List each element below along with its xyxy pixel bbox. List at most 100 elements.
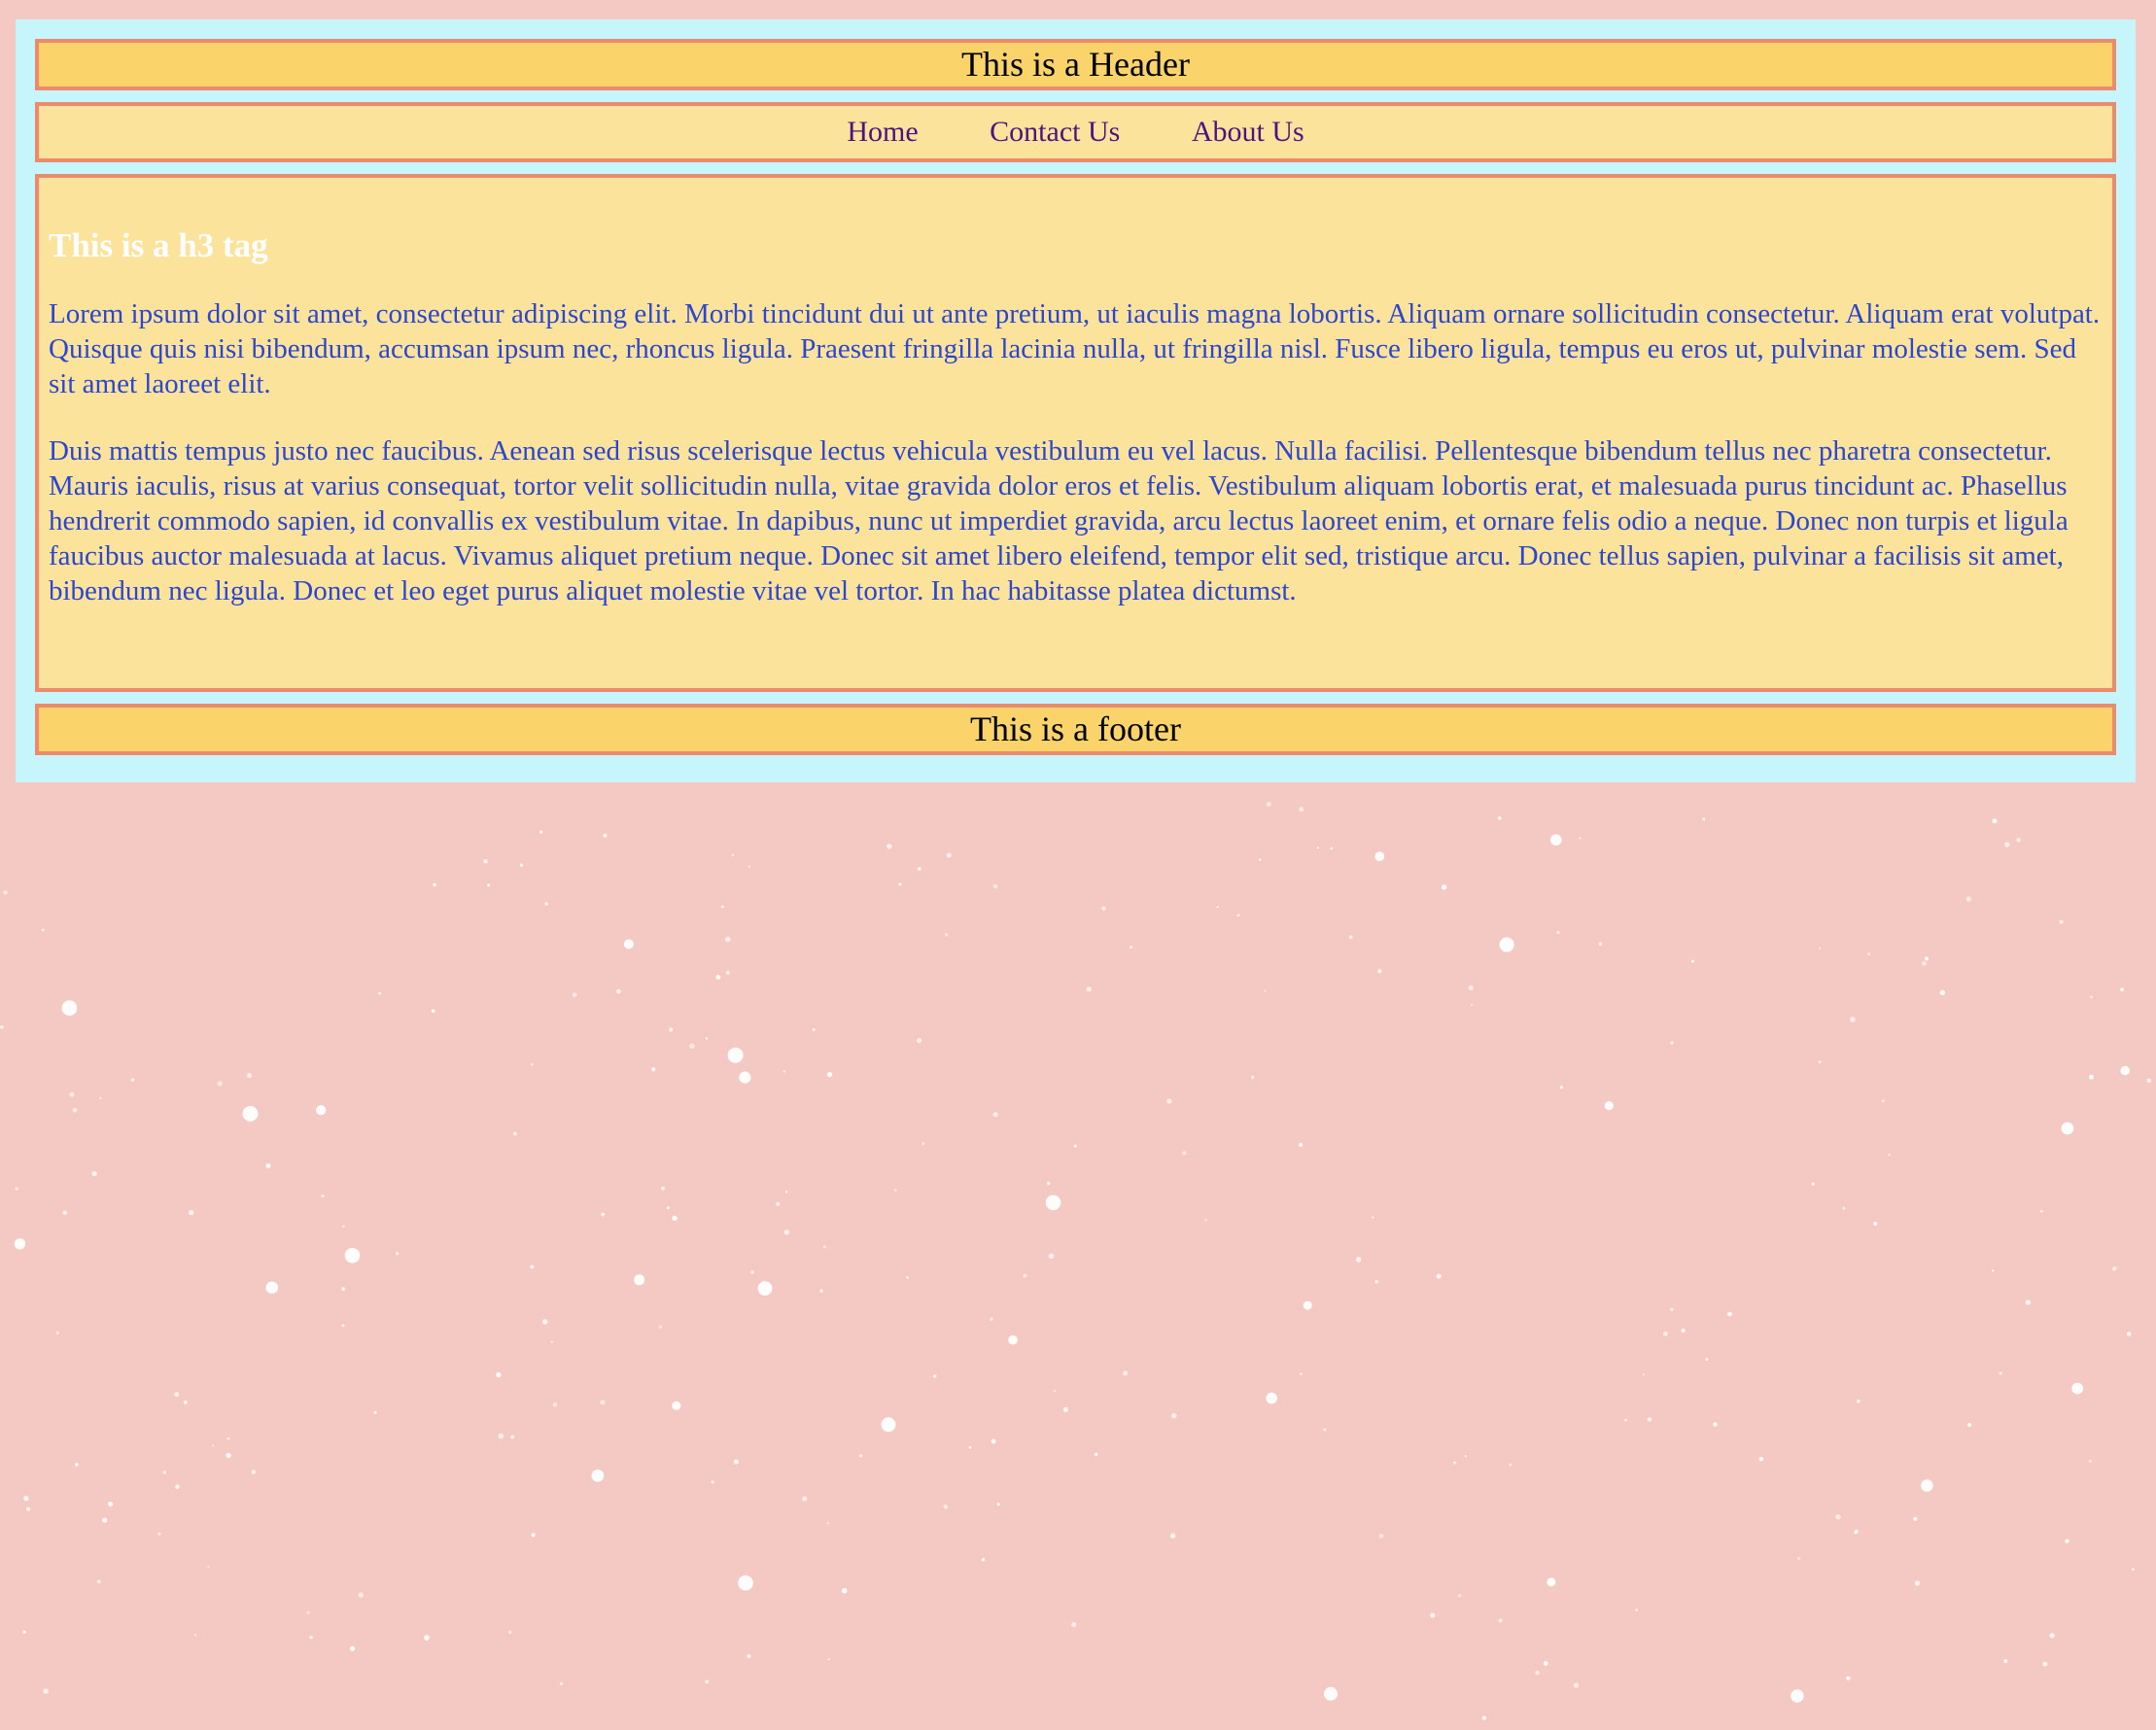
sparkle-dot — [1216, 906, 1219, 909]
sparkle-dot — [1888, 1154, 1891, 1157]
sparkle-dot — [2003, 1658, 2008, 1664]
sparkle-dot — [552, 1402, 558, 1407]
sparkle-dot — [659, 1325, 662, 1329]
sparkle-dot — [2059, 919, 2064, 924]
sparkle-dot — [2132, 1568, 2135, 1572]
sparkle-dot — [1854, 1531, 1858, 1535]
sparkle-dot — [1924, 956, 1929, 961]
sparkle-dot — [916, 1037, 922, 1044]
sparkle-dot — [0, 1025, 4, 1029]
sparkle-dot — [1965, 896, 1972, 902]
sparkle-dot — [251, 1470, 257, 1474]
sparkle-dot — [2061, 1122, 2074, 1135]
sparkle-dot — [661, 1186, 666, 1191]
sparkle-dot — [247, 1073, 253, 1079]
sparkle-dot — [1663, 1332, 1668, 1336]
sparkle-dot — [424, 1635, 430, 1641]
sparkle-dot — [667, 1206, 670, 1210]
sparkle-dot — [1850, 1017, 1856, 1022]
sparkle-dot — [1264, 989, 1267, 992]
sparkle-dot — [107, 1501, 114, 1507]
sparkle-dot — [306, 1610, 310, 1614]
sparkle-dot — [539, 830, 543, 834]
sparkle-dot — [1999, 1371, 2002, 1375]
sparkle-dot — [396, 1252, 400, 1256]
sparkle-dot — [812, 1027, 816, 1031]
sparkle-dot — [711, 1480, 714, 1484]
sparkle-dot — [1048, 1253, 1055, 1260]
sparkle-dot — [776, 1201, 781, 1206]
sparkle-dot — [1023, 1273, 1027, 1278]
sparkle-dot — [72, 1107, 78, 1113]
sparkle-dot — [507, 1630, 512, 1635]
sparkle-dot — [1166, 1098, 1172, 1104]
sparkle-dot — [1647, 1417, 1652, 1422]
sparkle-dot — [731, 853, 735, 857]
sparkle-dot — [341, 1324, 345, 1328]
sparkle-dot — [226, 1436, 230, 1440]
sparkle-dot — [623, 939, 634, 950]
nav-link-about-us[interactable]: About Us — [1192, 116, 1304, 148]
nav-link-contact-us[interactable]: Contact Us — [990, 116, 1120, 148]
sparkle-dot — [531, 1533, 536, 1538]
sparkle-dot — [2065, 1539, 2069, 1543]
sparkle-dot — [1300, 1372, 1303, 1376]
sparkle-dot — [350, 1645, 356, 1651]
sparkle-dot — [373, 1410, 377, 1414]
sparkle-dot — [1045, 1194, 1061, 1211]
sparkle-dot — [102, 1517, 108, 1523]
sparkle-dot — [672, 1215, 678, 1222]
sparkle-dot — [1835, 1514, 1841, 1520]
nav-link-home[interactable]: Home — [847, 116, 918, 148]
sparkle-dot — [591, 1470, 605, 1482]
sparkle-dot — [496, 1371, 502, 1378]
sparkle-dot — [991, 1438, 996, 1444]
sparkle-dot — [1266, 802, 1271, 807]
sparkle-dot — [358, 1592, 364, 1598]
sparkle-dot — [827, 1658, 830, 1661]
sparkle-dot — [1468, 985, 1474, 991]
sparkle-dot — [559, 1681, 564, 1686]
sparkle-dot — [1681, 1328, 1686, 1333]
sparkle-dot — [26, 1506, 31, 1511]
sparkle-dot — [750, 1270, 754, 1274]
sparkle-dot — [1922, 961, 1927, 966]
page-container: This is a Header Home Contact Us About U… — [16, 19, 2136, 782]
sparkle-dot — [1372, 1216, 1374, 1219]
sparkle-dot — [1705, 1358, 1709, 1361]
sparkle-dot — [1819, 947, 1822, 950]
sparkle-dot — [1169, 1533, 1176, 1539]
sparkle-dot — [321, 1194, 325, 1198]
sparkle-dot — [91, 1171, 97, 1177]
sparkle-dot — [733, 1459, 739, 1465]
sparkle-dot — [15, 1187, 19, 1191]
sparkle-dot — [217, 1081, 223, 1087]
sparkle-dot — [858, 1454, 863, 1458]
sparkle-dot — [1457, 1594, 1462, 1598]
sparkle-dot — [2120, 987, 2125, 991]
footer-text: This is a footer — [970, 709, 1181, 748]
sparkle-dot — [1855, 1529, 1859, 1534]
sparkle-dot — [917, 867, 922, 871]
sparkle-dot — [2004, 842, 2010, 848]
sparkle-dot — [1873, 1221, 1878, 1226]
sparkle-dot — [1441, 884, 1447, 890]
sparkle-dot — [946, 852, 952, 858]
sparkle-dot — [2025, 1299, 2031, 1305]
sparkle-dot — [1921, 1479, 1933, 1492]
sparkle-dot — [174, 1392, 180, 1398]
sparkle-dot — [530, 1264, 535, 1269]
sparkle-dot — [265, 1281, 279, 1295]
sparkle-dot — [1071, 1622, 1077, 1628]
sparkle-dot — [1436, 1273, 1442, 1279]
sparkle-dot — [183, 1401, 188, 1404]
sparkle-dot — [1914, 1580, 1921, 1586]
sparkle-dot — [841, 1587, 848, 1594]
sparkle-dot — [727, 1047, 744, 1063]
sparkle-dot — [1499, 937, 1514, 952]
sparkle-dot — [1579, 837, 1582, 840]
sparkle-dot — [968, 1445, 972, 1449]
sparkle-dot — [993, 884, 997, 888]
sparkle-dot — [881, 1417, 896, 1433]
sparkle-dot — [1299, 807, 1304, 813]
